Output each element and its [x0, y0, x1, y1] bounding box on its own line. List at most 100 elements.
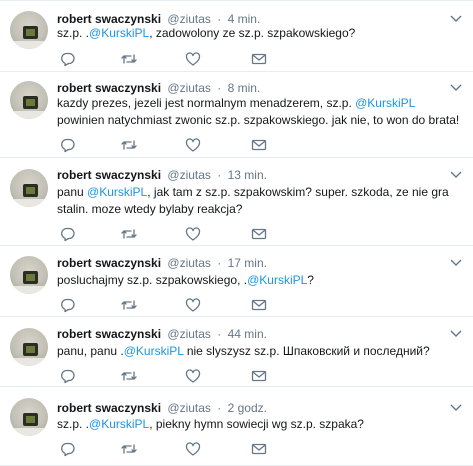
header-separator: ·: [217, 81, 222, 95]
envelope-icon[interactable]: [251, 51, 267, 67]
mention-link[interactable]: @KurskiPL: [124, 344, 184, 358]
chevron-down-icon[interactable]: [450, 83, 462, 93]
envelope-icon[interactable]: [251, 226, 267, 242]
reply-icon[interactable]: [60, 137, 76, 153]
tweet-actions: [60, 368, 270, 384]
tweet-actions: [60, 51, 270, 67]
tweet-text-part: posluchajmy sz.p. szpakowskiego, .: [57, 273, 248, 287]
header-separator: ·: [217, 327, 222, 341]
tweet-header: robert swaczynski @ziutas · 8 min.: [57, 81, 260, 95]
tweet-actions: [60, 297, 270, 313]
tweet-item[interactable]: robert swaczynski @ziutas · 2 godz. sz.p…: [0, 388, 473, 466]
heart-icon[interactable]: [185, 441, 201, 457]
author-name[interactable]: robert swaczynski: [57, 256, 161, 270]
tweet-header: robert swaczynski @ziutas · 44 min.: [57, 327, 267, 341]
retweet-icon[interactable]: [121, 441, 137, 457]
avatar[interactable]: [10, 81, 48, 119]
tweet-text-part: sz.p. .: [57, 417, 90, 431]
avatar[interactable]: [10, 256, 48, 294]
mention-link[interactable]: @KurskiPL: [87, 185, 147, 199]
tweet-text-part: ?: [307, 273, 314, 287]
reply-icon[interactable]: [60, 51, 76, 67]
envelope-icon[interactable]: [251, 441, 267, 457]
tweet-timestamp[interactable]: 17 min.: [228, 256, 267, 270]
author-handle[interactable]: @ziutas: [167, 327, 211, 341]
chevron-down-icon[interactable]: [450, 403, 462, 413]
retweet-icon[interactable]: [121, 297, 137, 313]
author-handle[interactable]: @ziutas: [167, 401, 211, 415]
tweet-timestamp[interactable]: 8 min.: [228, 81, 261, 95]
retweet-icon[interactable]: [121, 51, 137, 67]
retweet-icon[interactable]: [121, 226, 137, 242]
heart-icon[interactable]: [185, 368, 201, 384]
mention-link[interactable]: @KurskiPL: [89, 417, 149, 431]
retweet-icon[interactable]: [121, 368, 137, 384]
chevron-down-icon[interactable]: [450, 14, 462, 24]
tweet-text-part: sz.p. .: [57, 26, 90, 40]
author-handle[interactable]: @ziutas: [167, 256, 211, 270]
tweet-timestamp[interactable]: 4 min.: [228, 12, 261, 26]
heart-icon[interactable]: [185, 226, 201, 242]
author-name[interactable]: robert swaczynski: [57, 12, 161, 26]
tweet-text-part: powinien natychmiast zwonic sz.p. szpako…: [57, 113, 460, 127]
tweet-item[interactable]: robert swaczynski @ziutas · 4 min. sz.p.…: [0, 0, 473, 72]
author-name[interactable]: robert swaczynski: [57, 168, 161, 182]
tweet-text: sz.p. .@KurskiPL, zadowolony ze sz.p. sz…: [57, 25, 462, 42]
chevron-down-icon[interactable]: [450, 329, 462, 339]
tweet-item[interactable]: robert swaczynski @ziutas · 13 min. panu…: [0, 159, 473, 246]
tweet-header: robert swaczynski @ziutas · 17 min.: [57, 256, 267, 270]
tweet-text: panu, panu .@KurskiPL nie slyszysz sz.p.…: [57, 343, 462, 360]
envelope-icon[interactable]: [251, 368, 267, 384]
mention-link[interactable]: @KurskiPL: [355, 96, 415, 110]
tweet-header: robert swaczynski @ziutas · 2 godz.: [57, 401, 267, 415]
mention-link[interactable]: @KurskiPL: [247, 273, 307, 287]
tweet-item[interactable]: robert swaczynski @ziutas · 44 min. panu…: [0, 318, 473, 387]
tweet-actions: [60, 441, 270, 457]
reply-icon[interactable]: [60, 441, 76, 457]
tweet-text-part: nie slyszysz sz.p. Шпаковский и последни…: [183, 344, 430, 358]
tweet-actions: [60, 137, 270, 153]
author-handle[interactable]: @ziutas: [167, 168, 211, 182]
avatar[interactable]: [10, 328, 48, 366]
tweet-text: sz.p. .@KurskiPL, piekny hymn sowiecji w…: [57, 416, 462, 433]
author-handle[interactable]: @ziutas: [167, 81, 211, 95]
tweet-text-part: kazdy prezes, jezeli jest normalnym mena…: [57, 96, 356, 110]
tweet-text-part: panu: [57, 185, 88, 199]
author-handle[interactable]: @ziutas: [167, 12, 211, 26]
heart-icon[interactable]: [185, 137, 201, 153]
heart-icon[interactable]: [185, 51, 201, 67]
header-separator: ·: [217, 168, 222, 182]
tweet-timeline: robert swaczynski @ziutas · 4 min. sz.p.…: [0, 0, 473, 466]
tweet-item[interactable]: robert swaczynski @ziutas · 8 min. kazdy…: [0, 73, 473, 158]
tweet-header: robert swaczynski @ziutas · 13 min.: [57, 168, 267, 182]
avatar[interactable]: [10, 398, 48, 436]
envelope-icon[interactable]: [251, 137, 267, 153]
header-separator: ·: [217, 256, 222, 270]
tweet-timestamp[interactable]: 44 min.: [228, 327, 267, 341]
author-name[interactable]: robert swaczynski: [57, 401, 161, 415]
author-name[interactable]: robert swaczynski: [57, 327, 161, 341]
tweet-text-part: panu, panu .: [57, 344, 124, 358]
author-name[interactable]: robert swaczynski: [57, 81, 161, 95]
tweet-header: robert swaczynski @ziutas · 4 min.: [57, 12, 260, 26]
tweet-timestamp[interactable]: 2 godz.: [228, 401, 267, 415]
envelope-icon[interactable]: [251, 297, 267, 313]
reply-icon[interactable]: [60, 297, 76, 313]
heart-icon[interactable]: [185, 297, 201, 313]
reply-icon[interactable]: [60, 226, 76, 242]
retweet-icon[interactable]: [121, 137, 137, 153]
header-separator: ·: [217, 12, 222, 26]
avatar[interactable]: [10, 11, 48, 49]
mention-link[interactable]: @KurskiPL: [89, 26, 149, 40]
avatar[interactable]: [10, 169, 48, 207]
tweet-item[interactable]: robert swaczynski @ziutas · 17 min. posl…: [0, 247, 473, 317]
tweet-text-part: , zadowolony ze sz.p. szpakowskiego?: [149, 26, 356, 40]
chevron-down-icon[interactable]: [450, 258, 462, 268]
reply-icon[interactable]: [60, 368, 76, 384]
tweet-text-part: , piekny hymn sowiecji wg sz.p. szpaka?: [149, 417, 364, 431]
chevron-down-icon[interactable]: [450, 170, 462, 180]
header-separator: ·: [217, 401, 222, 415]
tweet-text: panu @KurskiPL, jak tam z sz.p. szpakows…: [57, 184, 462, 218]
tweet-actions: [60, 226, 270, 242]
tweet-timestamp[interactable]: 13 min.: [228, 168, 267, 182]
